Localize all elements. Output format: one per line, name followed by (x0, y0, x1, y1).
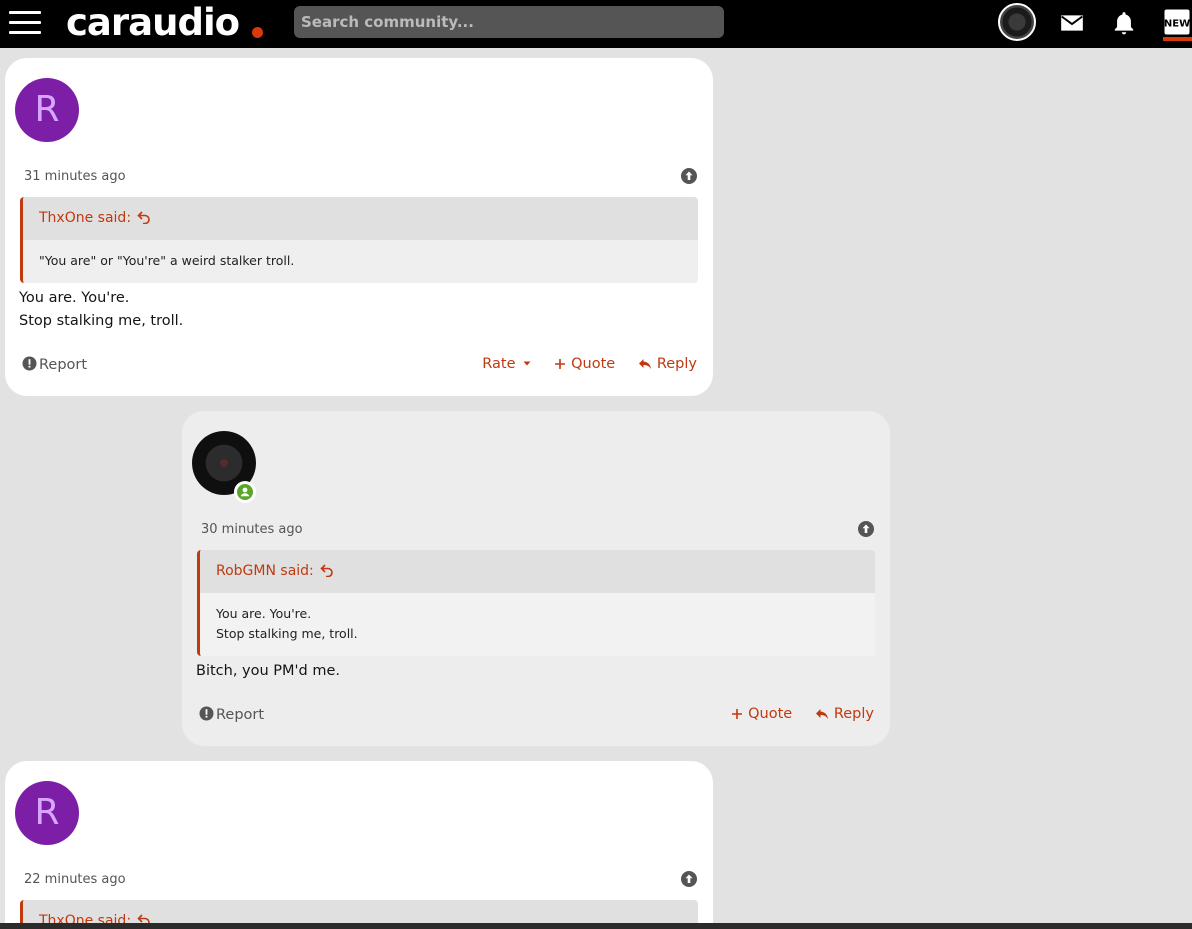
post-line: Bitch, you PM'd me. (196, 663, 341, 679)
svg-text:NEW: NEW (1164, 19, 1190, 30)
plus-icon (555, 359, 566, 369)
new-icon[interactable]: NEW (1163, 8, 1191, 36)
quote-header: ThxOne said: (23, 197, 698, 240)
reply-button[interactable]: Reply (815, 706, 874, 722)
post-line: You are. You're. (19, 290, 130, 306)
mail-icon[interactable] (1059, 10, 1085, 36)
jump-to-quote-icon[interactable] (137, 210, 151, 225)
top-bar: caraudio NEW (0, 0, 1192, 48)
search-input[interactable] (294, 6, 724, 38)
post: R 22 minutes ago ThxOne said: (5, 761, 713, 929)
quote-author-link[interactable]: ThxOne said: (39, 210, 131, 226)
post-body: You are. You're. Stop stalking me, troll… (19, 287, 183, 333)
post-timestamp[interactable]: 22 minutes ago (24, 872, 126, 887)
share-icon[interactable] (681, 168, 697, 184)
quote-body: "You are" or "You're" a weird stalker tr… (23, 240, 698, 283)
reply-icon (815, 709, 828, 719)
reply-button[interactable]: Reply (638, 356, 697, 372)
quote-button[interactable]: Quote (554, 356, 615, 372)
alert-icon (199, 706, 214, 721)
plus-icon (732, 709, 743, 719)
post-action-group: Rate Quote Reply (464, 356, 697, 372)
rate-button[interactable]: Rate (482, 356, 531, 372)
quote-body: You are. You're. Stop stalking me, troll… (200, 593, 875, 656)
quote-line: You are. You're. (216, 606, 312, 621)
post-timestamp[interactable]: 30 minutes ago (201, 522, 303, 537)
quote-author-link[interactable]: RobGMN said: (216, 563, 314, 579)
jump-to-quote-icon[interactable] (320, 563, 334, 578)
online-status-badge (234, 481, 256, 503)
bottom-edge (0, 923, 1192, 929)
logo-dot (252, 27, 263, 38)
quote-block: RobGMN said: You are. You're. Stop stalk… (197, 550, 875, 656)
user-online-icon (237, 484, 253, 500)
reply-icon (638, 359, 651, 369)
caret-down-icon (523, 361, 531, 366)
post-actions: Report Rate Quote Reply (5, 356, 713, 378)
new-active-indicator (1163, 37, 1192, 41)
share-icon[interactable] (681, 871, 697, 887)
quote-line: "You are" or "You're" a weird stalker tr… (39, 253, 295, 268)
avatar[interactable]: R (15, 78, 79, 142)
user-avatar[interactable] (998, 3, 1036, 41)
report-button[interactable]: Report (22, 356, 87, 373)
post: 30 minutes ago RobGMN said: You are. You… (182, 411, 890, 746)
quote-button[interactable]: Quote (731, 706, 792, 722)
share-icon[interactable] (858, 521, 874, 537)
post-action-group: Quote Reply (713, 706, 874, 722)
post-actions: Report Quote Reply (182, 706, 890, 728)
site-logo[interactable]: caraudio (66, 2, 240, 44)
menu-icon[interactable] (9, 11, 41, 35)
quote-block: ThxOne said: "You are" or "You're" a wei… (20, 197, 698, 283)
post-line: Stop stalking me, troll. (19, 313, 184, 329)
post-body: Bitch, you PM'd me. (196, 660, 340, 683)
bell-icon[interactable] (1111, 10, 1137, 36)
report-button[interactable]: Report (199, 706, 264, 723)
avatar[interactable]: R (15, 781, 79, 845)
quote-line: Stop stalking me, troll. (216, 626, 358, 641)
alert-icon (22, 356, 37, 371)
post-timestamp[interactable]: 31 minutes ago (24, 169, 126, 184)
post: R 31 minutes ago ThxOne said: "You are" … (5, 58, 713, 396)
quote-header: RobGMN said: (200, 550, 875, 593)
